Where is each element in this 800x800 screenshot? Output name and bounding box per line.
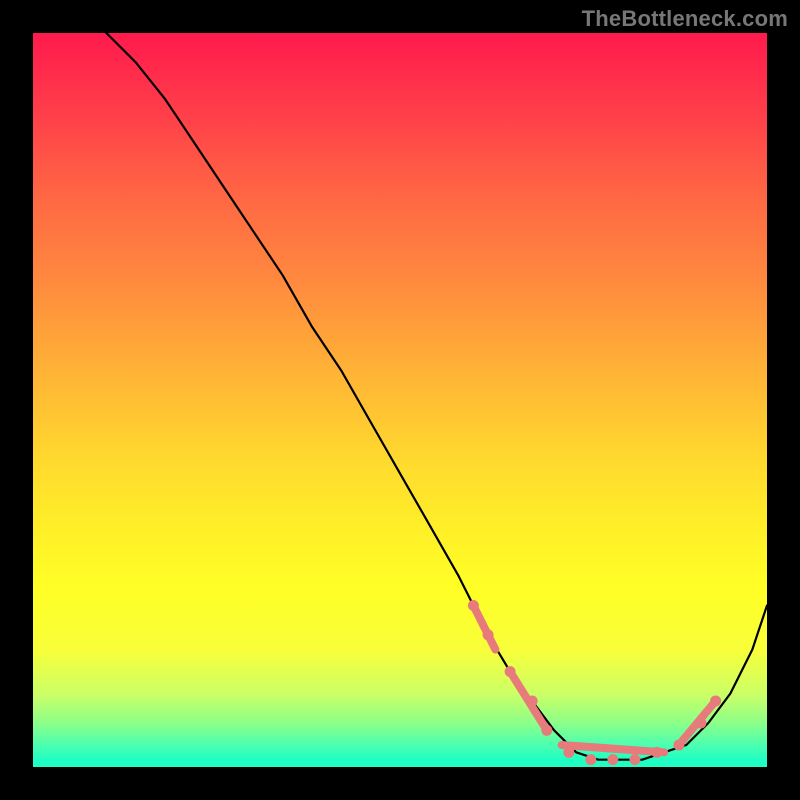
highlight-segment xyxy=(561,745,664,752)
highlight-dot xyxy=(505,666,516,677)
highlight-dot xyxy=(629,754,640,765)
curve-svg xyxy=(33,33,767,767)
highlight-dot xyxy=(710,695,721,706)
highlight-dot xyxy=(483,629,494,640)
highlight-segments xyxy=(473,606,715,753)
highlight-dot xyxy=(607,754,618,765)
highlight-dot xyxy=(541,725,552,736)
watermark-text: TheBottleneck.com xyxy=(582,6,788,32)
highlight-dot xyxy=(468,600,479,611)
highlight-dot xyxy=(673,739,684,750)
chart-frame: TheBottleneck.com xyxy=(0,0,800,800)
highlight-segment xyxy=(473,606,495,650)
plot-area xyxy=(33,33,767,767)
bottleneck-curve xyxy=(106,33,767,760)
highlight-dot xyxy=(695,717,706,728)
highlight-dot xyxy=(563,747,574,758)
highlight-dot xyxy=(651,747,662,758)
highlight-dot xyxy=(527,695,538,706)
highlight-dot xyxy=(585,754,596,765)
